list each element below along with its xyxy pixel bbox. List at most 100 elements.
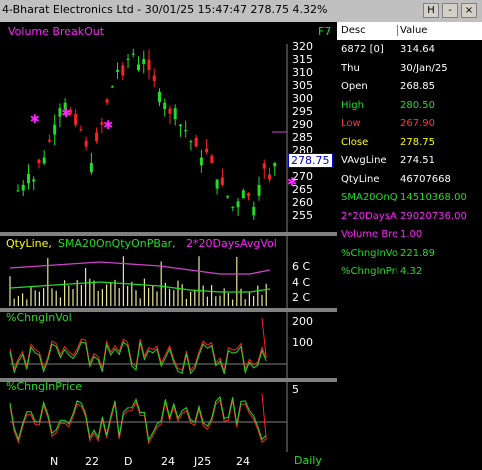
- data-row: QtyLine 46707668: [337, 171, 482, 189]
- data-row-value: 268.85: [400, 81, 435, 92]
- data-row: Thu 30/Jan/25: [337, 60, 482, 78]
- candle-body: [37, 159, 41, 164]
- period-selector[interactable]: Daily: [294, 454, 322, 467]
- data-row-desc: Open: [341, 81, 368, 92]
- data-row-desc: Volume BreakOut: [341, 229, 397, 240]
- data-row-value: 267.90: [400, 118, 435, 129]
- candle-body: [273, 163, 277, 167]
- help-button[interactable]: H: [423, 3, 439, 18]
- price-pane[interactable]: Volume BreakOut F7 ✱✱✱✱✱✱ 32031531030530…: [0, 22, 337, 232]
- data-row: SMA20OnQtyOnPBar14510368.00: [337, 189, 482, 207]
- data-row: %ChngInPrice4.32: [337, 263, 482, 281]
- data-row-desc: SMA20OnQtyOnPBar: [341, 192, 397, 203]
- candle-body: [252, 206, 256, 216]
- data-row: VAvgLine 274.51: [337, 152, 482, 170]
- data-row-desc: VAvgLine: [341, 155, 387, 166]
- candle-body: [42, 157, 46, 164]
- x-tick: N: [50, 455, 59, 468]
- data-row: 2*20DaysAvgVol29020736.00: [337, 208, 482, 226]
- desc-header: Desc: [341, 25, 398, 36]
- candle-body: [110, 86, 114, 88]
- data-row-desc: %ChngInPrice: [341, 266, 397, 277]
- candle-body: [231, 206, 235, 208]
- data-row-value: 1.00: [400, 229, 423, 240]
- data-row: Open 268.85: [337, 78, 482, 96]
- data-row-value: 4.32: [400, 266, 423, 277]
- candle-body: [105, 99, 109, 103]
- candle-body: [199, 157, 203, 166]
- candle-body: [21, 184, 25, 191]
- candle-body: [147, 59, 151, 70]
- change-in-volume-pane[interactable]: %ChngInVol 200 100: [0, 311, 337, 378]
- data-row-desc: %ChngInVol: [341, 247, 397, 259]
- candle-body: [241, 190, 245, 199]
- candle-body: [152, 75, 156, 81]
- breakout-marker: ✱: [61, 106, 71, 120]
- candle-body: [131, 53, 135, 55]
- price-chart[interactable]: ✱✱✱✱✱✱: [0, 22, 337, 232]
- x-tick: 24: [161, 455, 175, 468]
- data-row: %ChngInVol 221.89: [337, 245, 482, 263]
- change-in-price-pane[interactable]: %ChngInPrice 5: [0, 380, 337, 452]
- breakout-marker: ✱: [30, 112, 40, 126]
- candle-body: [236, 201, 240, 208]
- data-window-header: Desc Value: [337, 22, 482, 40]
- candle-body: [226, 195, 230, 197]
- candle-body: [194, 137, 198, 147]
- change-in-volume-line: [9, 341, 267, 375]
- candle-body: [26, 173, 30, 184]
- last-price-box: 278.75: [288, 153, 333, 168]
- candle-body: [95, 132, 99, 142]
- candle-body: [178, 124, 182, 126]
- data-row-value: 278.75: [400, 136, 435, 148]
- data-row-value: 314.64: [400, 44, 435, 55]
- data-row-value: 14510368.00: [400, 192, 467, 203]
- candle-body: [163, 102, 167, 110]
- candle-body: [268, 174, 272, 180]
- candle-body: [210, 155, 214, 164]
- data-row-desc: Low: [341, 118, 361, 129]
- minimize-button[interactable]: -: [442, 3, 458, 18]
- volume-chart[interactable]: [0, 236, 337, 308]
- data-row: Low 267.90: [337, 115, 482, 133]
- x-tick: J25: [194, 455, 212, 468]
- change-in-price-chart[interactable]: [0, 382, 337, 452]
- data-row-desc: 2*20DaysAvgVol: [341, 210, 397, 222]
- candle-body: [137, 64, 141, 71]
- candle-body: [142, 58, 146, 64]
- change-in-volume-chart[interactable]: [0, 312, 337, 378]
- x-tick: D: [124, 455, 133, 468]
- candle-body: [168, 108, 172, 114]
- x-tick: 24: [236, 455, 250, 468]
- window-titlebar: 4-Bharat Electronics Ltd - 30/01/25 15:4…: [0, 0, 482, 22]
- data-row-value: 274.51: [400, 155, 435, 166]
- data-row-value: 29020736.00: [400, 210, 467, 222]
- data-row-desc: High: [341, 99, 364, 111]
- candle-body: [257, 184, 261, 196]
- breakout-marker: ✱: [103, 118, 113, 132]
- candle-body: [220, 177, 224, 185]
- data-row: 6872 [0] 314.64: [337, 41, 482, 59]
- data-row-desc: Close: [341, 136, 369, 148]
- sma-line: [9, 281, 271, 293]
- candle-body: [74, 114, 78, 125]
- change-in-price-line: [9, 395, 267, 442]
- data-row-value: 221.89: [400, 247, 435, 259]
- candle-body: [189, 141, 193, 143]
- window-title: 4-Bharat Electronics Ltd - 30/01/25 15:4…: [2, 3, 328, 16]
- candle-body: [89, 163, 93, 173]
- close-button[interactable]: ×: [461, 3, 477, 18]
- data-row-value: 280.50: [400, 99, 435, 111]
- data-row-value: 46707668: [400, 173, 451, 185]
- avg-vol-line: [9, 261, 271, 275]
- candle-body: [53, 124, 57, 135]
- data-row: High 280.50: [337, 97, 482, 115]
- data-row-desc: QtyLine: [341, 173, 380, 185]
- change-in-volume-line: [9, 317, 267, 372]
- candle-body: [116, 69, 120, 72]
- value-header: Value: [400, 25, 428, 36]
- candle-body: [247, 193, 251, 196]
- candle-body: [16, 190, 20, 192]
- candle-body: [173, 108, 177, 120]
- volume-pane[interactable]: QtyLine, SMA20OnQtyOnPBar, 2*20DaysAvgVo…: [0, 236, 337, 308]
